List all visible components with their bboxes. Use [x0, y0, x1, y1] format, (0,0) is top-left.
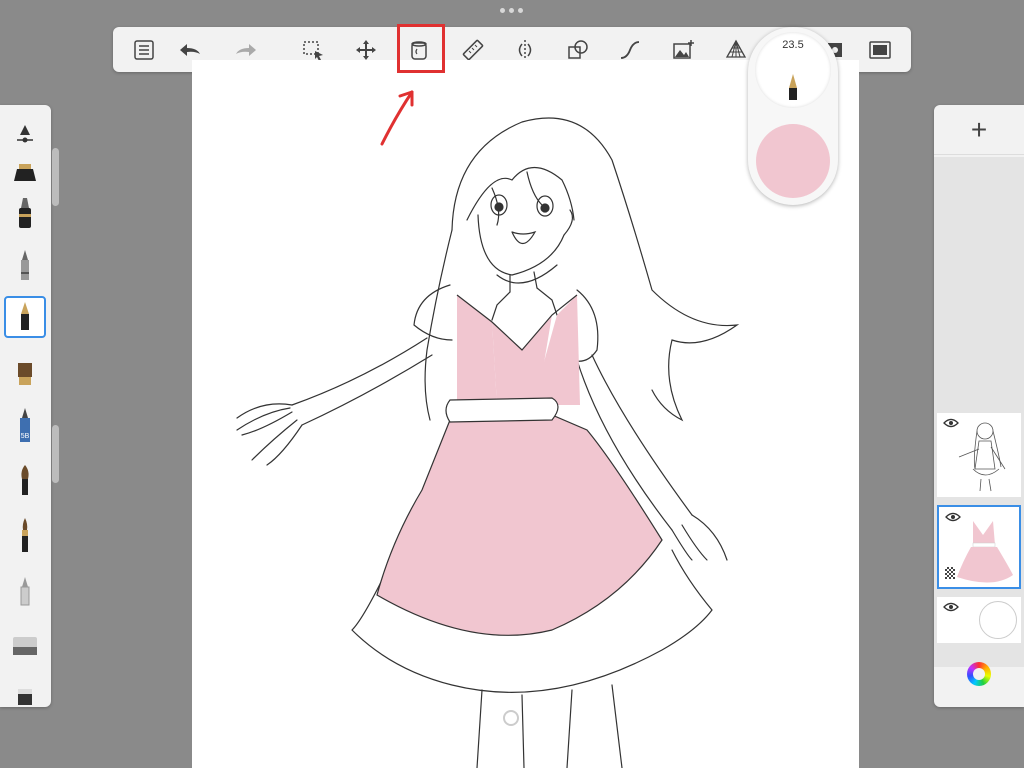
list-icon[interactable]: [127, 33, 161, 67]
background-color-circle[interactable]: [979, 601, 1017, 639]
layer-panel: +: [934, 105, 1024, 707]
add-layer-button[interactable]: +: [934, 105, 1024, 155]
round-brush-icon[interactable]: [4, 460, 46, 502]
sketch-thumbnail-image: [958, 422, 1006, 492]
layer-thumbnail-background[interactable]: [937, 597, 1021, 643]
brush-size-value: 23.5: [782, 39, 804, 51]
fine-brush-icon[interactable]: [4, 515, 46, 557]
brush-palette: 5B: [0, 105, 51, 707]
top-drag-handle[interactable]: [500, 8, 523, 13]
color-wheel-icon[interactable]: [967, 662, 991, 686]
eye-icon[interactable]: [943, 601, 959, 613]
brush-puck[interactable]: 23.5: [748, 27, 838, 205]
current-color-swatch[interactable]: [756, 124, 830, 198]
layer-lock-icon: [945, 567, 955, 579]
brush-palette-scrollbar[interactable]: [52, 148, 59, 206]
layer-list: [934, 157, 1024, 667]
brush-palette-scrollbar-lower[interactable]: [52, 425, 59, 483]
pencil-5b-icon[interactable]: 5B: [4, 405, 46, 447]
marker-icon[interactable]: [4, 153, 46, 195]
chisel-marker-icon[interactable]: [4, 193, 46, 235]
airbrush-icon[interactable]: [4, 570, 46, 612]
canvas-pivot-indicator: [503, 710, 519, 726]
pencil-grade-label: 5B: [21, 433, 30, 440]
hard-eraser-icon[interactable]: [4, 625, 46, 667]
soft-eraser-icon[interactable]: [4, 675, 46, 717]
layer-thumbnail-sketch[interactable]: [937, 413, 1021, 497]
red-annotation-arrow: [380, 90, 414, 146]
pencil-icon[interactable]: [4, 245, 46, 287]
layer-thumbnail-color[interactable]: [937, 505, 1021, 589]
ink-pen-icon[interactable]: [4, 296, 46, 338]
color-thumbnail-image: [957, 521, 1013, 583]
fullscreen-icon[interactable]: [863, 33, 897, 67]
brush-properties-icon[interactable]: [4, 113, 46, 155]
flat-brush-icon[interactable]: [4, 353, 46, 395]
fill-tool-highlight-box: [397, 24, 445, 73]
